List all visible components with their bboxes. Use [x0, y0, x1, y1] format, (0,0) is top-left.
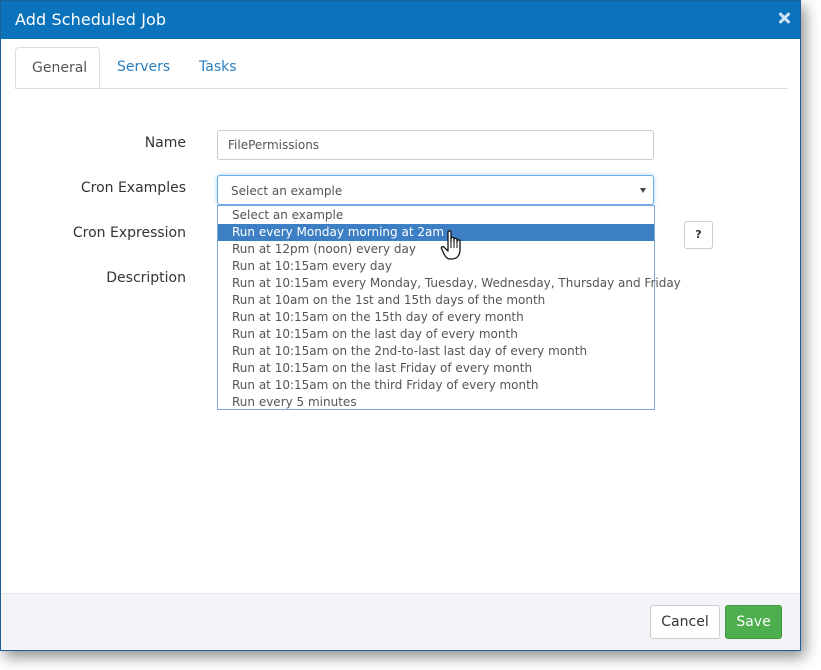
dropdown-option[interactable]: Run at 10:15am every day — [218, 258, 654, 275]
description-label: Description — [106, 270, 186, 286]
cron-examples-dropdown: Select an example Run every Monday morni… — [217, 205, 681, 411]
cron-examples-selected-value: Select an example — [231, 184, 343, 198]
cancel-button[interactable]: Cancel — [650, 605, 720, 639]
tab-tasks[interactable]: Tasks — [183, 47, 253, 88]
dialog-header: Add Scheduled Job — [1, 1, 800, 39]
dropdown-option[interactable]: Run at 10:15am on the last Friday of eve… — [218, 360, 654, 377]
dialog-footer: Cancel Save — [1, 593, 800, 650]
dropdown-option[interactable]: Run at 10:15am on the last day of every … — [218, 326, 654, 343]
close-icon[interactable] — [777, 11, 791, 25]
cron-examples-select[interactable]: Select an example — [217, 175, 654, 205]
name-input[interactable] — [217, 130, 654, 160]
name-label: Name — [144, 135, 186, 151]
tab-servers[interactable]: Servers — [101, 47, 186, 88]
dropdown-option[interactable]: Run at 10:15am on the 15th day of every … — [218, 309, 654, 326]
dropdown-option[interactable]: Run at 10:15am on the third Friday of ev… — [218, 377, 654, 394]
dropdown-option[interactable]: Run every 5 minutes — [218, 394, 654, 411]
hand-pointer-icon — [440, 230, 461, 260]
cron-expression-label: Cron Expression — [72, 225, 186, 241]
tab-bar: General Servers Tasks — [15, 47, 788, 89]
caret-down-icon — [640, 188, 646, 193]
dropdown-option[interactable]: Run at 10:15am on the 2nd-to-last last d… — [218, 343, 654, 360]
tab-general[interactable]: General — [15, 47, 100, 88]
add-scheduled-job-dialog: Add Scheduled Job General Servers Tasks … — [0, 0, 801, 651]
dropdown-option[interactable]: Run at 10:15am every Monday, Tuesday, We… — [218, 275, 681, 292]
cron-help-button[interactable]: ? — [684, 221, 713, 249]
dropdown-option[interactable]: Run at 10am on the 1st and 15th days of … — [218, 292, 654, 309]
dialog-title: Add Scheduled Job — [15, 10, 167, 29]
dropdown-option[interactable]: Select an example — [218, 207, 654, 224]
cron-examples-label: Cron Examples — [80, 180, 186, 196]
dropdown-option-highlighted[interactable]: Run every Monday morning at 2am — [218, 224, 654, 241]
save-button[interactable]: Save — [725, 605, 782, 639]
dropdown-option[interactable]: Run at 12pm (noon) every day — [218, 241, 654, 258]
